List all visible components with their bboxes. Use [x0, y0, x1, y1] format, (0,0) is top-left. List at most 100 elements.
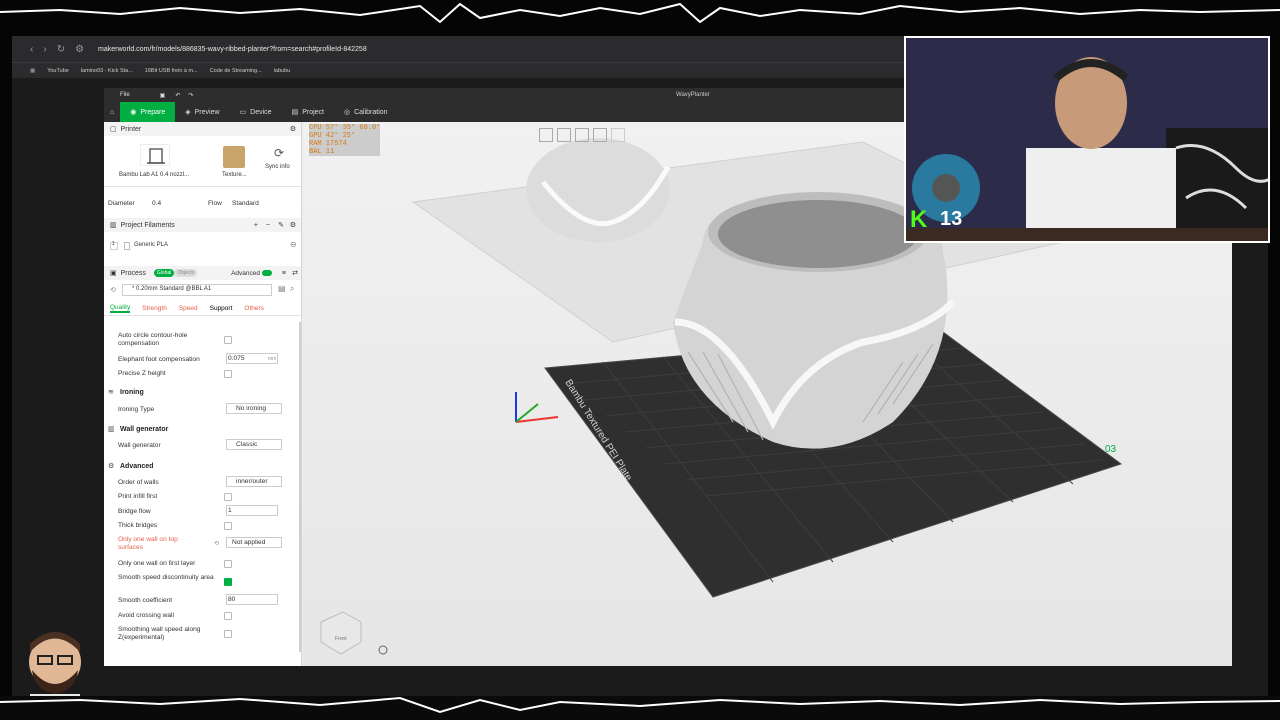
- tab-prepare[interactable]: ◉ Prepare: [120, 102, 176, 122]
- printer-section-header[interactable]: ▢ Printer ⚙: [104, 122, 301, 136]
- objects-toggle[interactable]: Objects: [174, 269, 198, 277]
- site-info-icon[interactable]: ⚙: [75, 44, 84, 55]
- tab-preview[interactable]: ◈ Preview: [175, 102, 229, 122]
- save-icon[interactable]: ▣: [160, 92, 166, 99]
- bookmark-item[interactable]: lamino93 - Kick Sta...: [81, 68, 133, 74]
- smoothing-wall-checkbox[interactable]: [224, 630, 232, 638]
- filaments-section-header[interactable]: ▥ Project Filaments + − ✎ ⚙: [104, 218, 301, 232]
- edit-filament-icon[interactable]: ✎: [278, 221, 284, 229]
- preset-link-icon[interactable]: ⟲: [110, 286, 116, 294]
- global-toggle[interactable]: Global: [153, 269, 175, 277]
- ironing-type-label: Ironing Type: [118, 406, 155, 413]
- list-icon[interactable]: ≡: [282, 270, 286, 277]
- precise-z-checkbox[interactable]: [224, 370, 232, 378]
- reload-icon[interactable]: ↻: [57, 44, 65, 55]
- tab-label: Project: [302, 108, 324, 116]
- bookmark-item[interactable]: YouTube: [47, 68, 69, 74]
- print-infill-first-checkbox[interactable]: [224, 493, 232, 501]
- stat-line: GPU 42° 25°: [309, 132, 356, 140]
- bookmark-item[interactable]: labubu: [274, 68, 291, 74]
- order-walls-value: inner/outer: [236, 478, 268, 485]
- thick-bridges-checkbox[interactable]: [224, 522, 232, 530]
- filament-color-swatch[interactable]: [124, 242, 130, 250]
- top-scribble-decoration: [0, 2, 1280, 24]
- preview-icon: ◈: [185, 109, 191, 116]
- forward-icon[interactable]: ›: [43, 44, 46, 55]
- compare-icon[interactable]: ⇄: [292, 269, 298, 277]
- tab-project[interactable]: ▤ Project: [282, 102, 334, 122]
- tab-label: Device: [250, 108, 272, 116]
- process-section-header[interactable]: ▣ Process Global Objects Advanced ≡ ⇄: [104, 266, 301, 280]
- grid-icon[interactable]: [557, 128, 571, 142]
- home-icon[interactable]: ⌂: [104, 102, 120, 122]
- settings-gear-icon[interactable]: ⚙: [290, 125, 296, 133]
- printer-thumbnail[interactable]: [140, 144, 170, 166]
- arrange-icon[interactable]: [575, 128, 589, 142]
- sync-icon[interactable]: ⟳: [274, 146, 284, 160]
- apps-icon[interactable]: ▦: [30, 68, 35, 74]
- hardware-stats-overlay: CPU 57° 35° 60.0° GPU 42° 25° RAM 17574 …: [309, 124, 381, 156]
- smooth-speed-label: Smooth speed discontinuity area: [118, 574, 214, 581]
- undo-icon[interactable]: ↶: [175, 92, 180, 99]
- avoid-crossing-checkbox[interactable]: [224, 612, 232, 620]
- filament-gear-icon[interactable]: ⚙: [290, 221, 296, 229]
- only-one-wall-top-label: Only one wall on top surfaces: [118, 536, 178, 551]
- tab-calibration[interactable]: ◎ Calibration: [334, 102, 398, 122]
- cube-face-label: Front: [335, 636, 347, 642]
- flow-value[interactable]: Standard: [232, 200, 259, 207]
- split-icon[interactable]: [611, 128, 625, 142]
- bridge-flow-input[interactable]: [226, 505, 278, 516]
- plate-number: 03: [1105, 444, 1117, 455]
- smooth-speed-checkbox[interactable]: [224, 578, 232, 586]
- stream-frame: ‹ › ↻ ⚙ makerworld.com/fr/models/886835-…: [0, 0, 1280, 720]
- advanced-switch[interactable]: [262, 270, 272, 276]
- save-preset-icon[interactable]: ▤: [278, 284, 286, 293]
- tab-quality[interactable]: Quality: [110, 304, 131, 313]
- sidebar-scrollbar[interactable]: [299, 322, 301, 652]
- printer-name[interactable]: Bambu Lab A1 0.4 nozzl...: [119, 172, 189, 178]
- diameter-label: Diameter: [108, 200, 135, 207]
- only-one-wall-top-value: Not applied: [232, 539, 266, 546]
- tab-speed[interactable]: Speed: [179, 305, 198, 312]
- plate-name[interactable]: Texture...: [222, 172, 247, 178]
- bookmark-item[interactable]: Code de Streaming...: [210, 68, 262, 74]
- search-icon[interactable]: ⌕: [290, 284, 294, 294]
- orient-icon[interactable]: [593, 128, 607, 142]
- viewport-toolbar: [539, 128, 625, 142]
- filament-slot-number: 1: [112, 241, 115, 247]
- stat-line: RAM 17574: [309, 140, 347, 148]
- ironing-type-value: No ironing: [236, 405, 267, 412]
- process-preset-value: * 0.20mm Standard @BBL A1: [132, 286, 212, 292]
- auto-circle-checkbox[interactable]: [224, 336, 232, 344]
- tab-device[interactable]: ▭ Device: [230, 102, 282, 122]
- advanced-icon: ⚙: [108, 463, 115, 470]
- bookmark-item[interactable]: 16Bit USB frein à m...: [145, 68, 198, 74]
- back-icon[interactable]: ‹: [30, 44, 33, 55]
- tab-others[interactable]: Others: [244, 305, 264, 312]
- filament-name[interactable]: Generic PLA: [134, 242, 168, 248]
- tab-support[interactable]: Support: [210, 305, 233, 312]
- redo-icon[interactable]: ↷: [188, 92, 193, 99]
- diameter-value[interactable]: 0.4: [152, 200, 161, 207]
- precise-z-label: Precise Z height: [118, 370, 166, 377]
- add-cube-icon[interactable]: [539, 128, 553, 142]
- add-filament-icon[interactable]: +: [254, 222, 258, 229]
- remove-filament-icon[interactable]: −: [266, 222, 270, 229]
- reset-icon[interactable]: ⟲: [214, 540, 219, 547]
- only-one-wall-first-checkbox[interactable]: [224, 560, 232, 568]
- sync-info-label[interactable]: Sync info: [265, 164, 290, 170]
- wall-generator-group-title: Wall generator: [120, 426, 169, 433]
- filament-remove-icon[interactable]: ⊖: [290, 240, 297, 249]
- file-menu[interactable]: File: [120, 92, 130, 98]
- zoom-fit-icon[interactable]: [378, 645, 388, 655]
- plate-thumbnail[interactable]: [223, 146, 245, 168]
- navigation-cube[interactable]: [320, 611, 362, 655]
- device-icon: ▭: [239, 109, 247, 116]
- smooth-coefficient-label: Smooth coefficient: [118, 597, 173, 604]
- elephant-foot-label: Elephant foot compensation: [118, 356, 200, 363]
- url-text[interactable]: makerworld.com/fr/models/886835-wavy-rib…: [98, 46, 367, 53]
- tab-strength[interactable]: Strength: [142, 305, 167, 312]
- settings-sidebar: ▢ Printer ⚙ Bambu Lab A1 0.4 nozzl... Te…: [104, 122, 302, 666]
- stat-line: BAL 11: [309, 148, 335, 156]
- only-one-wall-first-label: Only one wall on first layer: [118, 560, 196, 567]
